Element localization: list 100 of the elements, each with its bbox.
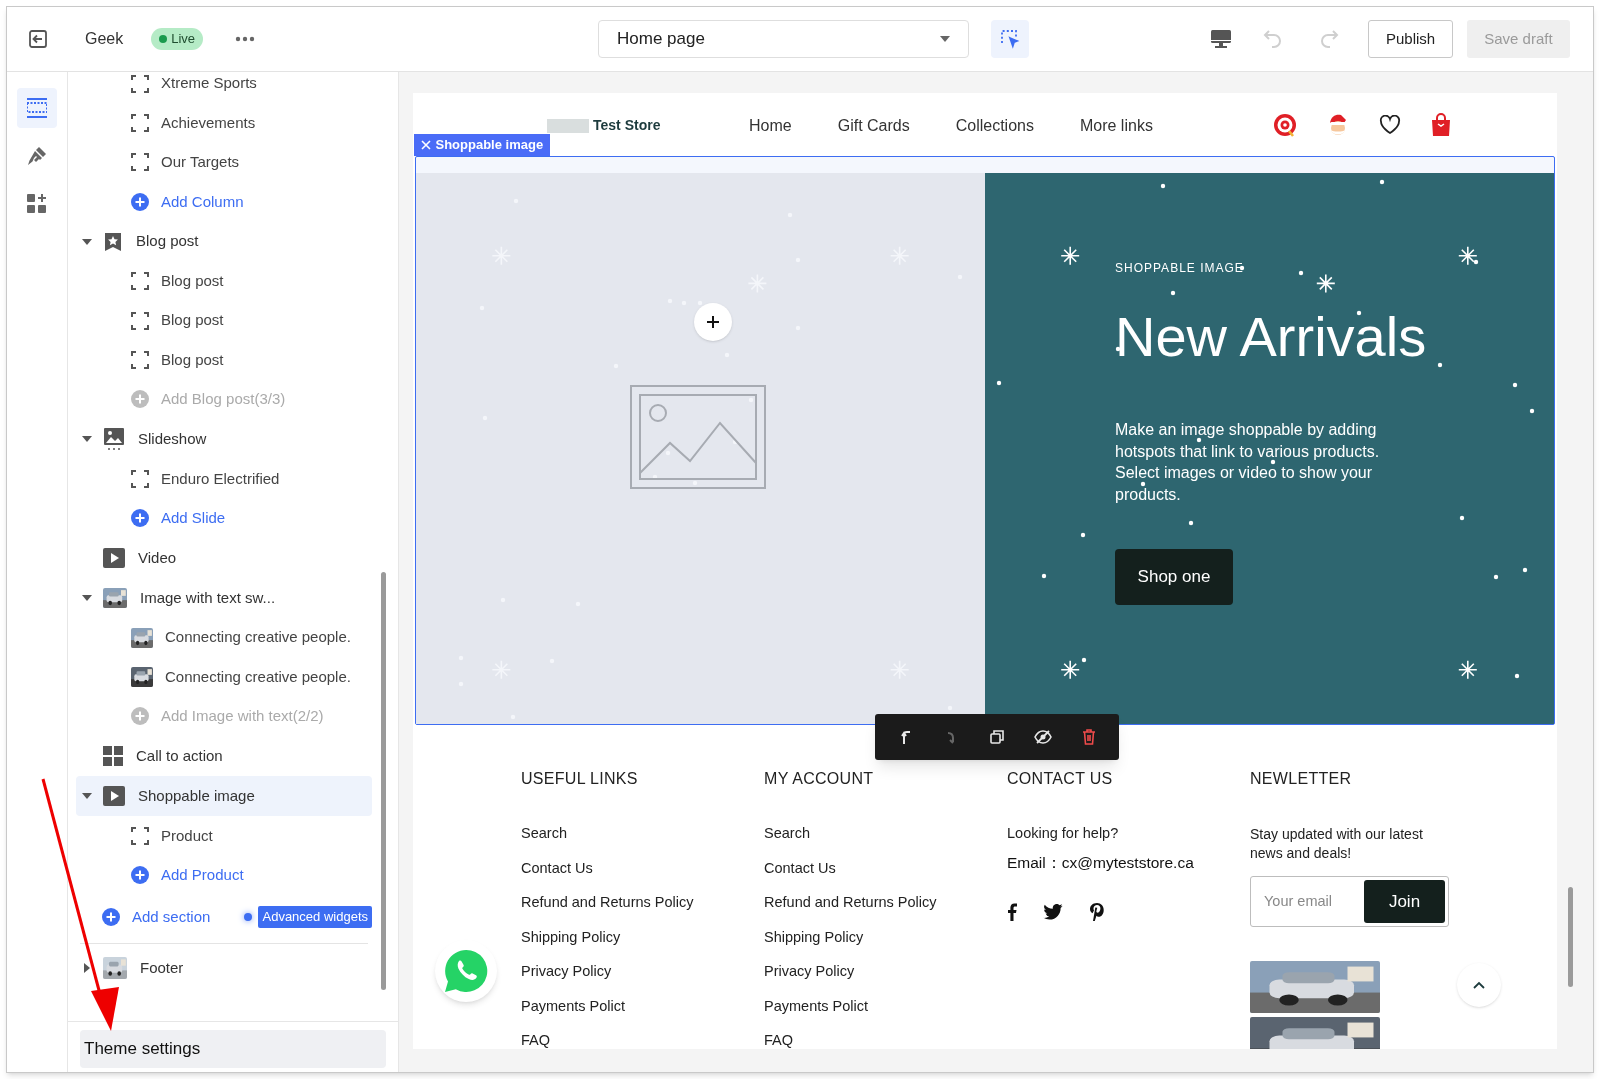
footer-link[interactable]: Contact Us (521, 857, 764, 878)
shopping-bag-icon[interactable] (1431, 113, 1451, 137)
tree-item[interactable]: Our Targets (161, 151, 240, 174)
section-row[interactable]: Image with text sw... (76, 577, 372, 618)
nav-link[interactable]: Collections (955, 114, 1034, 138)
footer-link[interactable]: FAQ (521, 1030, 764, 1049)
bookmark-star-icon (103, 231, 123, 252)
pin-icon[interactable] (1089, 902, 1105, 922)
block-icon (131, 153, 149, 172)
image-icon (103, 427, 125, 452)
footer-link[interactable]: Privacy Policy (764, 961, 1007, 981)
page-select[interactable]: Home page (598, 20, 969, 58)
block-icon (131, 311, 149, 330)
email-link[interactable]: cx@myteststore.ca (1061, 850, 1194, 874)
hero-text: Make an image shoppable by adding hotspots that link to various products. Select images or video to show your products. (1115, 420, 1381, 505)
tree-item[interactable]: Connecting creative people. (165, 665, 351, 689)
advanced-widgets-badge[interactable]: Advanced widgets (258, 906, 372, 928)
section-row[interactable]: Call to action (76, 736, 372, 777)
selection-tag[interactable]: Shoppable image (413, 134, 551, 156)
brush-icon (26, 145, 48, 167)
scrollbar-thumb[interactable] (381, 572, 386, 990)
facebook-icon[interactable] (1007, 903, 1017, 921)
tree-item[interactable]: Achievements (161, 111, 256, 135)
tree-item[interactable]: Blog post (161, 270, 224, 293)
section-label[interactable]: Slideshow (138, 427, 207, 451)
rail-tab[interactable] (17, 88, 57, 128)
duplicate-icon[interactable] (988, 728, 1006, 746)
section-row[interactable]: Shoppable image (76, 776, 372, 817)
footer-link[interactable]: FAQ (764, 1030, 1007, 1049)
heart-icon[interactable] (1379, 115, 1401, 135)
footer-link[interactable]: Privacy Policy (521, 961, 764, 981)
tree-item[interactable]: Blog post (161, 348, 224, 372)
section-label[interactable]: Video (138, 546, 177, 570)
footer-link[interactable]: Shipping Policy (521, 926, 764, 947)
section-row[interactable]: Footer (76, 947, 372, 988)
block-icon (131, 826, 149, 845)
footer-link[interactable]: Search (764, 823, 1007, 843)
footer-heading: NEWLETTER (1250, 769, 1353, 789)
more-icon[interactable] (235, 36, 256, 42)
section-row[interactable]: Video (76, 537, 372, 578)
add-item-button[interactable]: Add Product (161, 863, 244, 887)
footer-link[interactable]: Contact Us (764, 857, 1007, 878)
tree-item[interactable]: Connecting creative people. (165, 626, 351, 649)
block-icon (131, 74, 149, 93)
shop-button[interactable]: Shop one (1115, 549, 1233, 605)
store-logo-text[interactable]: Test Store (593, 115, 661, 136)
tree-item[interactable]: Enduro Electrified (161, 467, 280, 491)
footer-heading: USEFUL LINKS (521, 769, 639, 789)
plus-icon (131, 509, 149, 528)
chevron-up-icon (1473, 981, 1485, 989)
hide-icon[interactable] (1034, 728, 1052, 746)
snowflake-icon (1060, 246, 1080, 266)
block-icon (131, 351, 149, 370)
caret-down-icon[interactable] (82, 238, 92, 245)
section-label[interactable]: Footer (140, 956, 184, 980)
section-row[interactable]: Blog post (76, 221, 372, 262)
grid-icon (103, 746, 123, 767)
close-icon[interactable] (420, 140, 431, 150)
santa-icon[interactable] (1327, 113, 1349, 137)
desktop-icon[interactable] (1210, 29, 1232, 49)
add-section-button[interactable]: Add section (132, 905, 211, 929)
footer-link[interactable]: Refund and Returns Policy (764, 892, 1007, 912)
section-row[interactable]: Slideshow (76, 419, 372, 460)
add-item-button[interactable]: Add Slide (161, 506, 226, 530)
exit-icon[interactable] (29, 30, 47, 48)
publish-button[interactable]: Publish (1368, 20, 1454, 58)
email-field[interactable]: Your email Join (1250, 876, 1449, 927)
caret-right-icon[interactable] (84, 962, 90, 973)
section-label[interactable]: Shoppable image (138, 784, 255, 808)
scrollbar-thumb[interactable] (1568, 887, 1573, 987)
section-label[interactable]: Image with text sw... (140, 586, 276, 610)
select-tool-button[interactable] (991, 20, 1029, 58)
delete-icon[interactable] (1080, 728, 1098, 746)
tree-item[interactable]: Product (161, 824, 213, 847)
tree-item[interactable]: Xtreme Sports (161, 72, 257, 95)
nav-link[interactable]: More links (1079, 114, 1153, 138)
bird-icon[interactable] (1043, 904, 1063, 920)
footer-link[interactable]: Payments Polict (521, 995, 764, 1016)
selected-section-outline[interactable]: SHOPPABLE IMAGE New Arrivals Make an image shoppable by adding hotspots that link to various products. Select images or video to show your products. Shop one (415, 156, 1555, 725)
nav-link[interactable]: Home (749, 114, 792, 138)
caret-down-icon[interactable] (82, 793, 92, 800)
theme-settings-button[interactable]: Theme settings (80, 1030, 386, 1068)
target-icon[interactable] (1273, 113, 1297, 137)
add-hotspot-button[interactable] (694, 303, 732, 341)
tree-item[interactable]: Blog post (161, 309, 224, 332)
nav-link[interactable]: Gift Cards (837, 114, 910, 138)
caret-down-icon[interactable] (82, 436, 92, 443)
store-name: Geek (85, 29, 124, 49)
join-button[interactable]: Join (1364, 880, 1445, 923)
section-label[interactable]: Call to action (136, 744, 223, 768)
section-label[interactable]: Blog post (136, 230, 199, 253)
caret-down-icon[interactable] (82, 594, 92, 601)
hero-eyebrow: SHOPPABLE IMAGE (1115, 260, 1245, 277)
footer-link[interactable]: Shipping Policy (764, 926, 1007, 947)
add-item-button[interactable]: Add Column (161, 190, 244, 214)
block-icon (131, 272, 149, 291)
footer-link[interactable]: Refund and Returns Policy (521, 892, 764, 912)
play-icon (103, 786, 125, 807)
footer-link[interactable]: Payments Polict (764, 995, 1007, 1016)
footer-link[interactable]: Search (521, 823, 764, 843)
